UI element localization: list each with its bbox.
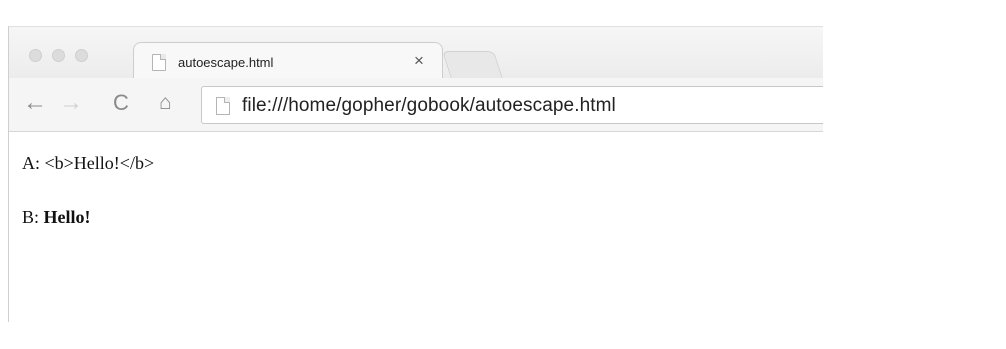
home-icon[interactable]: ⌂	[159, 90, 172, 116]
line-b-bold-text: Hello!	[43, 207, 91, 227]
close-window-button[interactable]	[29, 49, 42, 62]
toolbar: ← → C ⌂ file:///home/gopher/gobook/autoe…	[9, 78, 823, 132]
tab-strip: autoescape.html ×	[9, 26, 823, 82]
line-a-label: A:	[22, 153, 45, 173]
back-arrow-icon[interactable]: ←	[23, 90, 47, 116]
forward-arrow-icon[interactable]: →	[59, 90, 83, 116]
line-a-escaped-text: <b>Hello!</b>	[44, 153, 155, 173]
close-tab-icon[interactable]: ×	[414, 51, 424, 70]
line-b: B: Hello!	[22, 207, 91, 228]
browser-window: autoescape.html × ← → C ⌂ file:///home/g…	[8, 26, 823, 322]
reload-icon[interactable]: C	[113, 90, 129, 116]
maximize-window-button[interactable]	[75, 49, 88, 62]
minimize-window-button[interactable]	[52, 49, 65, 62]
line-a: A: <b>Hello!</b>	[22, 153, 154, 174]
page-icon	[216, 97, 230, 115]
url-text[interactable]: file:///home/gopher/gobook/autoescape.ht…	[242, 95, 616, 117]
page-content: A: <b>Hello!</b> B: Hello!	[9, 133, 823, 322]
tab-autoescape[interactable]: autoescape.html ×	[133, 42, 443, 82]
line-b-label: B:	[22, 207, 44, 227]
address-bar[interactable]: file:///home/gopher/gobook/autoescape.ht…	[201, 86, 823, 124]
tab-title: autoescape.html	[178, 55, 274, 70]
file-icon	[152, 54, 166, 71]
